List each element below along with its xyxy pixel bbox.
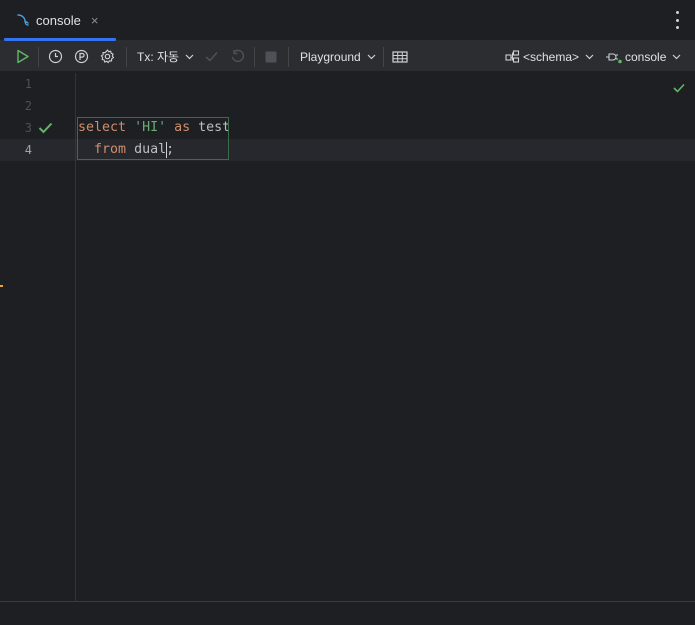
rollback-icon xyxy=(231,49,245,63)
toolbar-divider xyxy=(254,47,255,67)
editor-tab-bar: console × xyxy=(0,0,695,41)
clock-icon xyxy=(48,49,63,64)
more-options-icon[interactable] xyxy=(673,11,681,29)
mysql-dolphin-icon xyxy=(16,13,30,27)
line-number: 3 xyxy=(24,121,32,135)
schema-icon xyxy=(505,50,520,63)
explain-plan-icon xyxy=(74,49,89,64)
execute-button[interactable] xyxy=(15,41,30,72)
chevron-down-icon xyxy=(672,54,681,59)
toolbar-divider xyxy=(288,47,289,67)
editor-line: 1 xyxy=(0,73,695,95)
sql-string: 'HI' xyxy=(134,120,167,135)
sql-keyword: select xyxy=(78,120,127,135)
sql-editor[interactable]: 1 2 3 select 'HI' as test 4 from dual; xyxy=(0,73,695,601)
tab-label: console xyxy=(36,12,81,28)
sql-keyword: from xyxy=(94,142,127,157)
chevron-down-icon xyxy=(585,54,594,59)
toolbar-divider xyxy=(126,47,127,67)
chevron-down-icon xyxy=(185,54,194,59)
tab-console[interactable]: console × xyxy=(4,0,116,41)
settings-button[interactable] xyxy=(100,41,115,72)
playground-label: Playground xyxy=(300,49,361,64)
line-number: 1 xyxy=(24,77,32,91)
line-number: 4 xyxy=(24,143,32,157)
status-bar xyxy=(0,601,695,625)
execution-success-icon xyxy=(38,121,53,139)
commit-button[interactable] xyxy=(204,41,219,72)
schema-selector[interactable]: <schema> xyxy=(505,41,594,72)
run-icon xyxy=(17,49,29,64)
code-line: from dual; xyxy=(78,139,174,161)
sql-punctuation: ; xyxy=(166,142,175,157)
checkmark-icon xyxy=(205,52,218,62)
table-icon xyxy=(392,50,408,63)
rollback-button[interactable] xyxy=(230,41,245,72)
inspection-ok-icon[interactable] xyxy=(673,80,685,98)
stop-button[interactable] xyxy=(264,41,278,72)
sql-identifier: dual xyxy=(134,142,167,157)
gear-icon xyxy=(100,49,115,64)
sql-keyword: as xyxy=(174,120,191,135)
explain-plan-button[interactable] xyxy=(74,41,89,72)
toolbar-divider xyxy=(383,47,384,67)
change-marker xyxy=(0,285,3,287)
text-cursor xyxy=(166,142,167,158)
connection-icon xyxy=(606,52,622,63)
console-toolbar: Tx: 자동 Playground <schema> console xyxy=(0,41,695,72)
code-line: select 'HI' as test xyxy=(78,117,230,139)
history-button[interactable] xyxy=(48,41,63,72)
line-number: 2 xyxy=(24,99,32,113)
transaction-mode-label: Tx: 자동 xyxy=(137,50,180,64)
schema-label: <schema> xyxy=(523,49,580,64)
gutter-separator xyxy=(75,73,76,601)
stop-icon xyxy=(265,51,277,62)
transaction-mode-dropdown[interactable]: Tx: 자동 xyxy=(137,41,194,72)
close-icon[interactable]: × xyxy=(91,13,99,28)
playground-dropdown[interactable]: Playground xyxy=(300,41,376,72)
sql-identifier: test xyxy=(198,120,231,135)
session-selector[interactable]: console xyxy=(605,41,681,72)
editor-line-current: 4 from dual; xyxy=(0,139,695,161)
toolbar-divider xyxy=(38,47,39,67)
session-label: console xyxy=(625,49,667,64)
output-table-button[interactable] xyxy=(392,41,408,72)
editor-line: 2 xyxy=(0,95,695,117)
chevron-down-icon xyxy=(367,54,376,59)
editor-line: 3 select 'HI' as test xyxy=(0,117,695,139)
